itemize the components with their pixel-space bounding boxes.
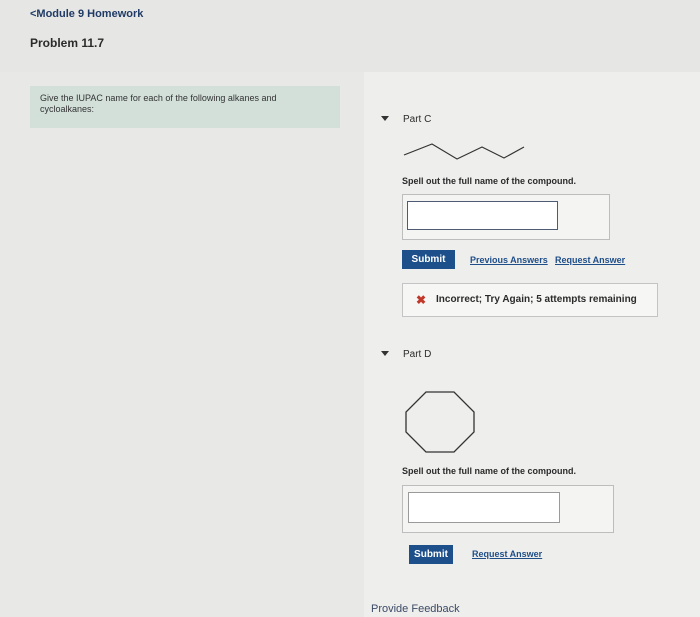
part-c-answer-area (402, 194, 610, 240)
part-c-feedback-text: Incorrect; Try Again; 5 attempts remaini… (436, 294, 637, 305)
part-d-prompt: Spell out the full name of the compound. (402, 466, 576, 476)
incorrect-x-icon: ✖ (416, 293, 427, 307)
part-d-title: Part D (403, 349, 432, 360)
zigzag-chain-structure (403, 143, 525, 160)
caret-down-icon (381, 116, 389, 121)
part-d-answer-input[interactable] (408, 492, 560, 523)
cyclooctane-structure (405, 391, 475, 453)
part-c-answer-input[interactable] (407, 201, 558, 230)
part-c-previous-answers-link[interactable]: Previous Answers (470, 255, 548, 265)
problem-instructions: Give the IUPAC name for each of the foll… (30, 86, 340, 128)
part-c-prompt: Spell out the full name of the compound. (402, 176, 576, 186)
part-d-submit-button[interactable]: Submit (409, 545, 453, 564)
part-c-request-answer-link[interactable]: Request Answer (555, 255, 625, 265)
problem-title: Problem 11.7 (30, 36, 105, 50)
part-c-feedback: ✖ Incorrect; Try Again; 5 attempts remai… (402, 283, 658, 317)
header-bar: <Module 9 Homework Problem 11.7 (0, 0, 700, 72)
part-c-title: Part C (403, 114, 432, 125)
caret-down-icon (381, 351, 389, 356)
instructions-text: Give the IUPAC name for each of the foll… (40, 93, 277, 114)
part-c-submit-button[interactable]: Submit (402, 250, 455, 269)
provide-feedback-link[interactable]: Provide Feedback (371, 603, 460, 615)
back-to-module-link[interactable]: <Module 9 Homework (30, 8, 143, 20)
part-d-request-answer-link[interactable]: Request Answer (472, 549, 542, 559)
part-d-answer-area (402, 485, 614, 533)
left-panel (0, 72, 364, 617)
